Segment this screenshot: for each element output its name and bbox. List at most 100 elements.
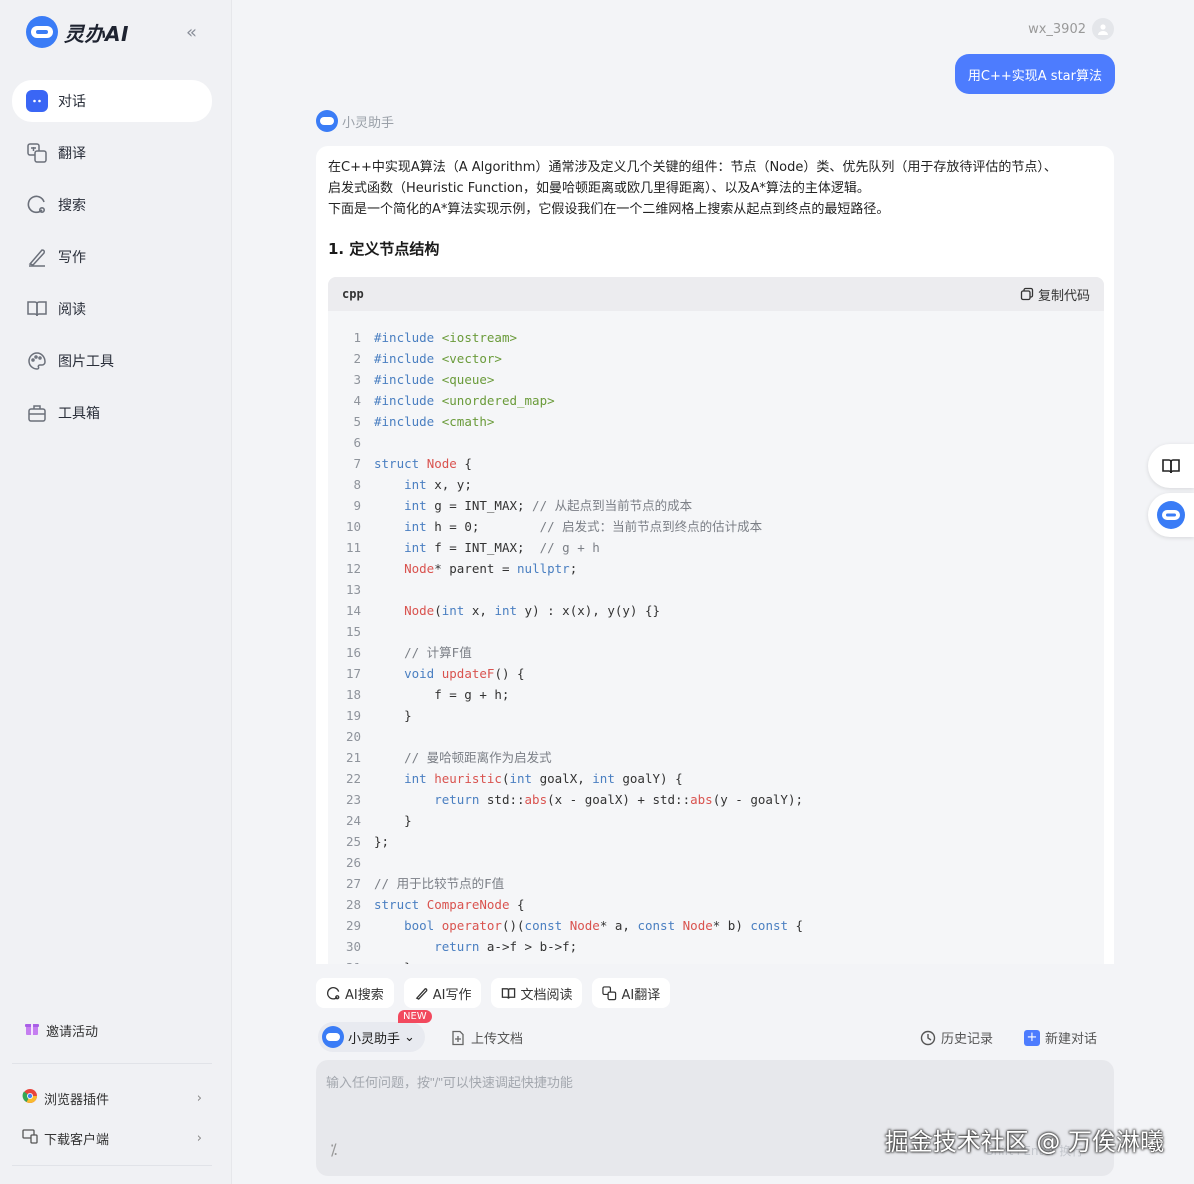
sidebar: 灵办AI « 对话 翻译 搜索 写作 阅读 图片工具 工具箱 邀请活动 浏览器插…	[0, 0, 232, 1184]
user-info[interactable]: wx_3902	[1028, 18, 1114, 40]
chevron-right-icon: ›	[196, 1090, 202, 1106]
download-client-link[interactable]: 下载客户端 ›	[22, 1128, 202, 1148]
palette-icon	[26, 350, 48, 372]
code-line: 12 Node* parent = nullptr;	[328, 558, 1104, 579]
pen-icon	[26, 246, 48, 268]
code-line: 17 void updateF() {	[328, 663, 1104, 684]
code-header: cpp 复制代码	[328, 277, 1104, 311]
code-line-number: 6	[353, 435, 361, 450]
copy-icon	[1020, 287, 1034, 301]
code-line-number: 8	[353, 477, 361, 492]
code-line-text: #include <unordered_map>	[374, 393, 555, 408]
gift-icon	[24, 1020, 40, 1040]
code-line-number: 30	[345, 939, 361, 954]
upload-doc-button[interactable]: 上传文档	[450, 1028, 523, 1047]
brand[interactable]: 灵办AI	[26, 16, 129, 48]
code-line-text: int heuristic(int goalX, int goalY) {	[404, 771, 683, 786]
sidebar-item-write[interactable]: 写作	[12, 236, 212, 278]
code-line: 30 return a->f > b->f;	[328, 936, 1104, 957]
code-line-text: }	[374, 957, 412, 964]
username: wx_3902	[1028, 21, 1086, 37]
quick-tool-doc-read[interactable]: 文档阅读	[491, 978, 583, 1008]
browser-plugin-label: 浏览器插件	[44, 1092, 110, 1108]
clock-icon	[920, 1030, 936, 1045]
code-line: 5 #include <cmath>	[328, 411, 1104, 432]
search-icon	[26, 194, 48, 216]
composer-input-box: ⁒ Shift+Enter 换行	[316, 1060, 1114, 1176]
brand-name: 灵办AI	[64, 21, 129, 46]
sidebar-item-label: 阅读	[58, 302, 86, 318]
code-line: 22 int heuristic(int goalX, int goalY) {	[328, 768, 1104, 789]
toolbox-icon	[26, 402, 48, 424]
code-line-text: int f = INT_MAX; // g + h	[404, 540, 600, 555]
answer-intro-line: 启发式函数（Heuristic Function，如曼哈顿距离或欧几里得距离）、…	[328, 181, 870, 196]
download-client-label: 下载客户端	[44, 1132, 110, 1148]
code-line-number: 15	[345, 624, 361, 639]
browser-plugin-link[interactable]: 浏览器插件 ›	[22, 1088, 202, 1108]
sidebar-item-label: 搜索	[58, 198, 86, 214]
code-block: cpp 复制代码 1 #include <iostream> 2 #include <…	[328, 277, 1104, 964]
invite-link[interactable]: 邀请活动	[24, 1020, 98, 1040]
magic-wand-icon[interactable]: ⁒	[330, 1140, 337, 1159]
code-line-number: 28	[345, 897, 361, 912]
code-line: 3 #include <queue>	[328, 369, 1104, 390]
code-line-text: #include <cmath>	[374, 414, 495, 429]
code-line-number: 17	[345, 666, 361, 681]
quick-tool-ai-write[interactable]: AI写作	[403, 978, 482, 1008]
model-selector[interactable]: 小灵助手 ⌄	[318, 1022, 425, 1052]
sidebar-item-translate[interactable]: 翻译	[12, 132, 212, 174]
chat-icon	[26, 90, 48, 112]
code-line-text: bool operator()(const Node* a, const Nod…	[404, 918, 804, 933]
code-line-number: 3	[353, 372, 361, 387]
copy-code-label: 复制代码	[1037, 288, 1090, 304]
code-line: 24 }	[328, 810, 1104, 831]
copy-code-button[interactable]: 复制代码	[1020, 285, 1090, 304]
floating-assistant-button[interactable]	[1148, 493, 1194, 537]
code-line-number: 22	[345, 771, 361, 786]
code-line-number: 19	[345, 708, 361, 723]
quick-tool-ai-translate[interactable]: AI翻译	[592, 978, 671, 1008]
composer-toolbar: 小灵助手 ⌄ NEW 上传文档 历史记录 + 新建对话	[316, 1010, 1106, 1054]
pen-icon	[415, 987, 428, 1000]
sidebar-item-search[interactable]: 搜索	[12, 184, 212, 226]
code-line: 15	[328, 621, 1104, 642]
quick-tool-ai-search[interactable]: AI搜索	[316, 978, 394, 1008]
code-line: 27 // 用于比较节点的F值	[328, 873, 1104, 894]
code-line-text: };	[374, 834, 390, 849]
plus-icon: +	[1024, 1029, 1040, 1046]
code-line-number: 5	[353, 414, 361, 429]
code-line-number: 18	[345, 687, 361, 702]
sidebar-item-chat[interactable]: 对话	[12, 80, 212, 122]
code-line-text: int x, y;	[404, 477, 472, 492]
code-line-number: 20	[345, 729, 361, 744]
code-line-number: 4	[353, 393, 361, 408]
sidebar-item-label: 对话	[58, 94, 86, 110]
upload-icon	[452, 1030, 464, 1045]
code-line-text: #include <queue>	[374, 372, 495, 387]
floating-read-button[interactable]	[1148, 444, 1194, 488]
assistant-avatar-icon	[316, 110, 338, 132]
code-line-number: 31	[328, 957, 374, 964]
code-line-text: int g = INT_MAX; // 从起点到当前节点的成本	[404, 498, 693, 513]
sidebar-item-read[interactable]: 阅读	[12, 288, 212, 330]
assistant-logo-icon	[1157, 501, 1185, 529]
code-line: 13	[328, 579, 1104, 600]
sidebar-item-toolbox[interactable]: 工具箱	[12, 392, 212, 434]
code-line: 21 // 曼哈顿距离作为启发式	[328, 747, 1104, 768]
sidebar-item-image-tools[interactable]: 图片工具	[12, 340, 212, 382]
new-chat-button[interactable]: + 新建对话	[1024, 1028, 1097, 1047]
sidebar-item-label: 翻译	[58, 146, 86, 162]
code-line-number: 13	[345, 582, 361, 597]
code-line-number: 27	[345, 876, 361, 891]
collapse-sidebar-icon[interactable]: «	[186, 22, 197, 43]
code-line: 20	[328, 726, 1104, 747]
history-button[interactable]: 历史记录	[920, 1028, 993, 1047]
code-line-number: 12	[345, 561, 361, 576]
quick-tool-label: AI搜索	[345, 987, 384, 1003]
code-line: 26	[328, 852, 1104, 873]
code-line: 23 return std::abs(x - goalX) + std::abs…	[328, 789, 1104, 810]
code-line-text: int h = 0; // 启发式：当前节点到终点的估计成本	[404, 519, 763, 534]
code-line-text: }	[374, 708, 412, 723]
assistant-avatar-icon	[322, 1026, 344, 1048]
upload-label: 上传文档	[471, 1032, 524, 1047]
